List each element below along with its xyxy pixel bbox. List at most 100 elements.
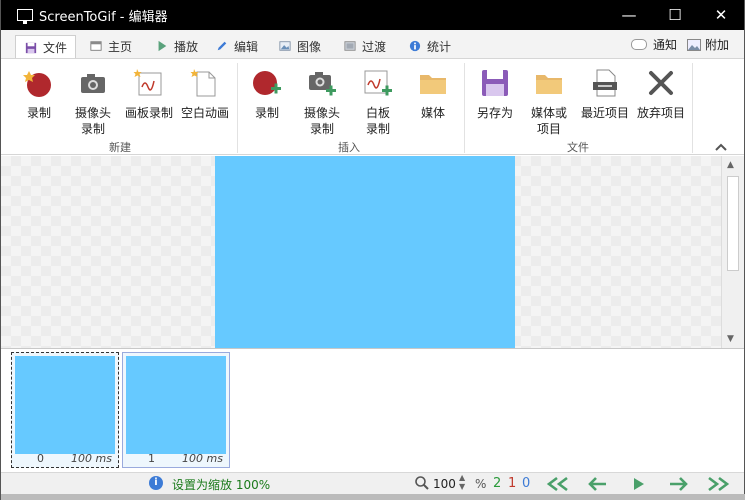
ribbon-tabs: 文件 主页 播放 编辑 图像 过渡 统计 通知 附加 bbox=[1, 30, 744, 59]
tab-playback[interactable]: 播放 bbox=[155, 34, 198, 58]
zoom-input[interactable]: 100 bbox=[433, 477, 456, 491]
image-icon bbox=[279, 41, 291, 51]
attach-label: 附加 bbox=[705, 38, 730, 52]
button-label: 放弃项目 bbox=[636, 106, 685, 120]
editor-window: ScreenToGif - 编辑器 — ☐ ✕ 文件 主页 播放 编辑 图像 过… bbox=[0, 0, 745, 500]
button-label: 白板 录制 bbox=[365, 106, 390, 136]
folder-open-icon bbox=[536, 75, 562, 94]
frame-thumbnail-image bbox=[15, 356, 115, 454]
close-button[interactable]: ✕ bbox=[698, 0, 744, 30]
frame-thumbnail[interactable]: 1 100 ms bbox=[122, 352, 230, 468]
first-frame-icon[interactable] bbox=[544, 476, 572, 492]
zoom-stepper[interactable]: ▲ ▼ bbox=[459, 473, 465, 491]
frame-thumbnail[interactable]: 0 100 ms bbox=[11, 352, 119, 468]
discard-project-button[interactable]: 放弃项目 bbox=[633, 67, 689, 121]
zoom-percent-label: % bbox=[475, 477, 487, 491]
scrollbar-thumb[interactable] bbox=[727, 176, 739, 271]
next-frame-icon[interactable] bbox=[664, 476, 692, 492]
button-label: 媒体或 项目 bbox=[530, 106, 567, 136]
button-label: 摄像头 录制 bbox=[74, 106, 111, 136]
app-monitor-icon bbox=[17, 9, 33, 24]
button-label: 录制 bbox=[26, 106, 51, 120]
discard-x-icon bbox=[649, 71, 673, 95]
group-divider bbox=[692, 63, 693, 153]
tab-label: 编辑 bbox=[234, 39, 259, 54]
transition-icon bbox=[344, 41, 356, 51]
tab-file[interactable]: 文件 bbox=[15, 35, 77, 59]
tab-label: 文件 bbox=[43, 41, 68, 55]
frame-list: 0 100 ms 1 100 ms bbox=[1, 348, 744, 472]
frame-thumbnail-image bbox=[126, 356, 226, 454]
frame-count-selected: 1 bbox=[508, 476, 517, 491]
tab-label: 过渡 bbox=[362, 39, 387, 54]
button-label: 媒体 bbox=[420, 106, 445, 120]
tab-transition[interactable]: 过渡 bbox=[343, 34, 386, 58]
frame-index: 0 bbox=[37, 452, 44, 465]
save-as-button[interactable]: 另存为 bbox=[467, 67, 523, 121]
attach-image-icon bbox=[687, 38, 701, 51]
pencil-icon bbox=[217, 41, 227, 51]
button-label: 另存为 bbox=[476, 106, 513, 120]
scroll-down-icon[interactable]: ▼ bbox=[727, 334, 734, 344]
ribbon-panel: 录制 摄像头 录制 画板录制 空白动画 新建 录制 摄像头 录制 白板 录制 媒… bbox=[1, 58, 744, 155]
collapse-ribbon-icon[interactable] bbox=[714, 143, 728, 152]
tab-image[interactable]: 图像 bbox=[278, 34, 321, 58]
tab-label: 主页 bbox=[108, 39, 133, 54]
play-icon[interactable] bbox=[624, 476, 652, 492]
tab-label: 统计 bbox=[427, 39, 452, 54]
status-message: 设置为缩放 100% bbox=[172, 478, 271, 492]
minimize-button[interactable]: — bbox=[606, 0, 652, 30]
insert-board-button[interactable]: 白板 录制 bbox=[350, 67, 406, 137]
magnifier-icon bbox=[415, 476, 429, 490]
group-label-new: 新建 bbox=[109, 141, 131, 154]
new-record-button[interactable]: 录制 bbox=[11, 67, 67, 121]
window-title: ScreenToGif - 编辑器 bbox=[39, 9, 168, 25]
new-board-button[interactable]: 画板录制 bbox=[121, 67, 177, 121]
save-disk-icon bbox=[482, 70, 508, 96]
insert-record-button[interactable]: 录制 bbox=[239, 67, 295, 121]
save-disk-icon bbox=[25, 42, 37, 53]
camera-add-icon bbox=[309, 72, 336, 96]
frame-canvas bbox=[1, 156, 721, 348]
tab-label: 图像 bbox=[297, 39, 322, 54]
scroll-up-icon[interactable]: ▲ bbox=[727, 160, 734, 170]
folder-icon bbox=[420, 75, 446, 94]
record-add-icon bbox=[253, 71, 281, 95]
tab-home[interactable]: 主页 bbox=[89, 34, 132, 58]
frame-preview-image bbox=[215, 156, 515, 348]
tab-edit[interactable]: 编辑 bbox=[215, 34, 258, 58]
last-frame-icon[interactable] bbox=[704, 476, 732, 492]
button-label: 画板录制 bbox=[124, 106, 173, 120]
frame-count-total: 2 bbox=[493, 476, 502, 491]
notify-toggle[interactable]: 通知 bbox=[631, 36, 677, 53]
attach-button[interactable]: 附加 bbox=[687, 36, 729, 53]
toggle-switch-icon bbox=[631, 39, 647, 50]
camera-icon bbox=[81, 74, 105, 93]
play-triangle-icon bbox=[158, 40, 167, 52]
frame-duration: 100 ms bbox=[71, 452, 112, 465]
tab-label: 播放 bbox=[174, 39, 199, 54]
title-bar: ScreenToGif - 编辑器 — ☐ ✕ bbox=[1, 0, 744, 30]
group-divider bbox=[237, 63, 238, 153]
previous-frame-icon[interactable] bbox=[584, 476, 612, 492]
home-window-icon bbox=[90, 41, 102, 51]
group-divider bbox=[464, 63, 465, 153]
insert-media-button[interactable]: 媒体 bbox=[405, 67, 461, 121]
whiteboard-add-icon bbox=[364, 70, 392, 96]
button-label: 最近项目 bbox=[580, 106, 629, 120]
recent-projects-button[interactable]: 最近项目 bbox=[577, 67, 633, 121]
recent-documents-icon bbox=[593, 69, 617, 97]
record-icon bbox=[23, 71, 51, 97]
group-label-insert: 插入 bbox=[338, 141, 360, 154]
button-label: 空白动画 bbox=[180, 106, 229, 120]
new-blank-button[interactable]: 空白动画 bbox=[177, 67, 233, 121]
background-window-edge bbox=[1, 494, 745, 500]
tab-statistics[interactable]: 统计 bbox=[408, 34, 451, 58]
canvas-vertical-scrollbar[interactable]: ▲ ▼ bbox=[721, 156, 744, 348]
notify-label: 通知 bbox=[653, 38, 678, 52]
insert-webcam-button[interactable]: 摄像头 录制 bbox=[294, 67, 350, 137]
new-webcam-button[interactable]: 摄像头 录制 bbox=[65, 67, 121, 137]
maximize-button[interactable]: ☐ bbox=[652, 0, 698, 30]
load-media-project-button[interactable]: 媒体或 项目 bbox=[521, 67, 577, 137]
group-label-file: 文件 bbox=[567, 141, 589, 154]
